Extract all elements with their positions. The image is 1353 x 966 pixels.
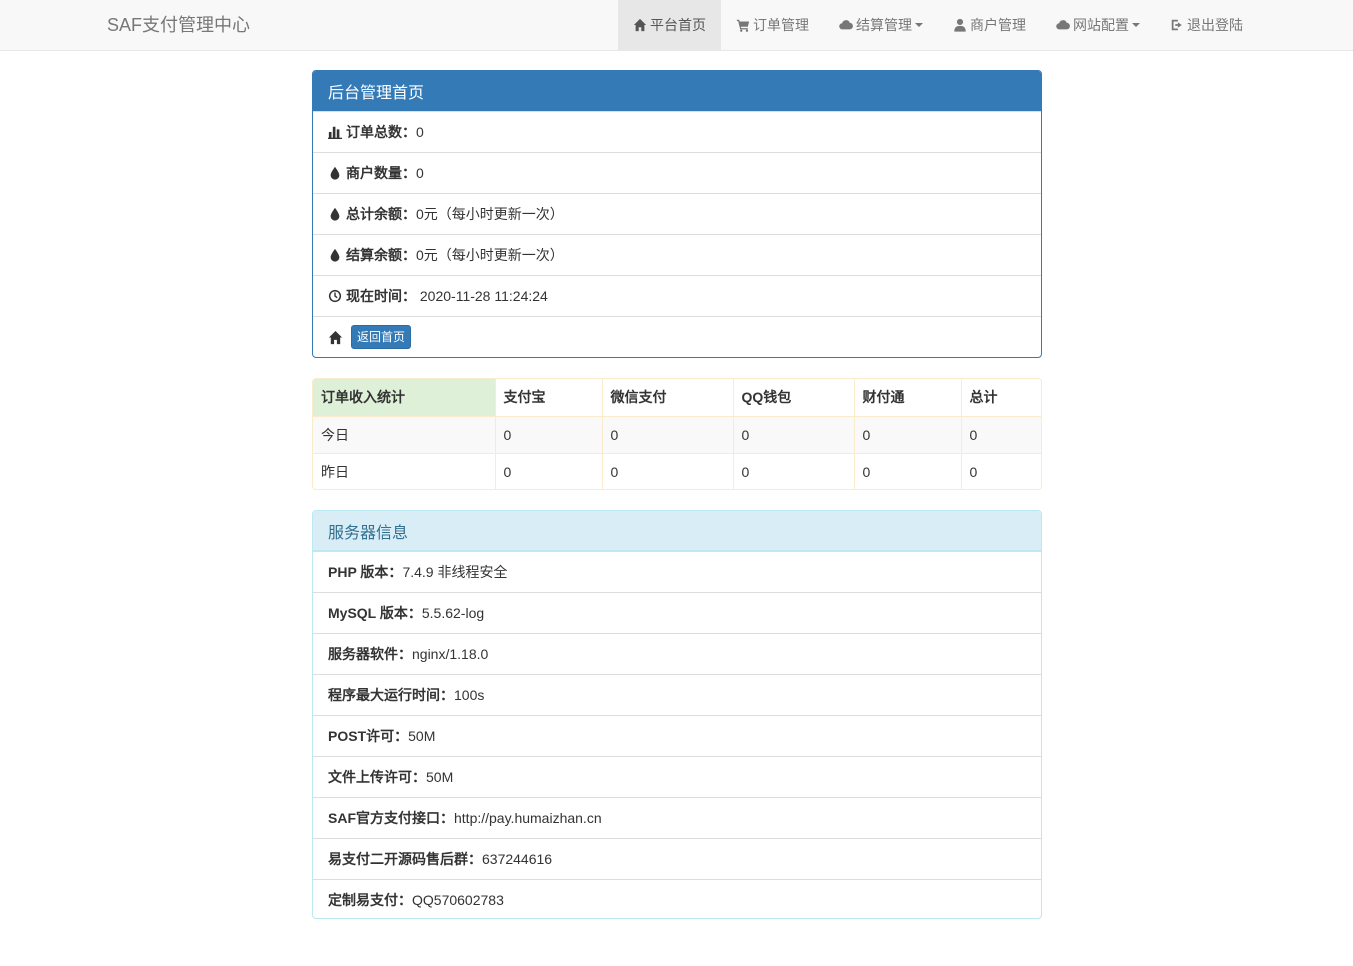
chevron-down-icon: [1132, 23, 1140, 27]
table-cell: 昨日: [313, 452, 495, 489]
top-navbar: SAF支付管理中心 平台首页 订单管理 结算管理 商户管理 网站配置 退出登陆: [0, 0, 1353, 51]
table-header: 微信支付: [601, 379, 733, 416]
list-item-merchant-count: 商户数量： 0: [313, 152, 1041, 193]
drop-icon: [330, 248, 340, 262]
list-item-mysql-version: MySQL 版本： 5.5.62-log: [313, 592, 1041, 633]
table-cell: 0: [494, 415, 602, 453]
list-item-upload-limit: 文件上传许可： 50M: [313, 756, 1041, 797]
drop-icon: [330, 207, 340, 221]
item-label: PHP 版本：: [328, 564, 403, 580]
nav-item-label: 平台首页: [650, 17, 706, 33]
table-cell: 0: [960, 452, 1041, 489]
drop-icon: [330, 166, 340, 180]
nav-item-label: 订单管理: [753, 17, 809, 33]
list-item-order-total: 订单总数： 0: [313, 111, 1041, 152]
item-value: 2020-11-28 11:24:24: [416, 288, 548, 304]
table-cell: 0: [732, 415, 854, 453]
table-cell: 0: [494, 452, 602, 489]
item-value: 50M: [408, 728, 436, 744]
user-icon: [954, 18, 966, 32]
main-nav: 平台首页 订单管理 结算管理 商户管理 网站配置 退出登陆: [618, 0, 1258, 50]
table-header-row: 订单收入统计 支付宝 微信支付 QQ钱包 财付通 总计: [313, 379, 1041, 416]
list-item-max-exec-time: 程序最大运行时间： 100s: [313, 674, 1041, 715]
home-icon: [328, 330, 343, 344]
list-item-current-time: 现在时间： 2020-11-28 11:24:24: [313, 275, 1041, 316]
panel-title: 后台管理首页: [313, 71, 1041, 111]
list-item-support-group: 易支付二开源码售后群： 637244616: [313, 838, 1041, 879]
table-row: 昨日 0 0 0 0 0: [313, 452, 1041, 489]
item-value: http://pay.humaizhan.cn: [454, 810, 602, 826]
nav-item-label: 结算管理: [856, 17, 912, 33]
list-item-pay-api: SAF官方支付接口： http://pay.humaizhan.cn: [313, 797, 1041, 838]
item-label: 定制易支付：: [328, 892, 412, 908]
panel-title: 服务器信息: [313, 511, 1041, 551]
list-item-server-software: 服务器软件： nginx/1.18.0: [313, 633, 1041, 674]
table-header: 订单收入统计: [313, 379, 495, 416]
nav-item-label: 退出登陆: [1187, 17, 1243, 33]
nav-item-logout[interactable]: 退出登陆: [1155, 0, 1258, 50]
item-label: SAF官方支付接口：: [328, 810, 454, 826]
item-label: 结算余额：: [346, 247, 416, 263]
brand-title[interactable]: SAF支付管理中心: [107, 13, 250, 37]
table-cell: 0: [732, 452, 854, 489]
item-label: POST许可：: [328, 728, 409, 744]
income-stats-table: 订单收入统计 支付宝 微信支付 QQ钱包 财付通 总计 今日 0 0 0 0 0…: [312, 378, 1042, 490]
item-label: 商户数量：: [346, 165, 416, 181]
item-label: 易支付二开源码售后群：: [328, 851, 482, 867]
table-header: 财付通: [853, 379, 961, 416]
item-value: 7.4.9 非线程安全: [402, 564, 508, 580]
table-header: 总计: [960, 379, 1041, 416]
nav-item-settlement[interactable]: 结算管理: [824, 0, 938, 50]
item-value: 0元（每小时更新一次）: [416, 206, 564, 222]
item-value: 5.5.62-log: [421, 605, 485, 621]
nav-item-merchants[interactable]: 商户管理: [938, 0, 1041, 50]
list-item-post-limit: POST许可： 50M: [313, 715, 1041, 756]
table-cell: 0: [601, 415, 733, 453]
item-label: 现在时间：: [346, 288, 416, 304]
item-label: 总计余额：: [346, 206, 416, 222]
item-value: 0: [416, 124, 424, 140]
return-home-button[interactable]: 返回首页: [351, 325, 412, 349]
item-label: 文件上传许可：: [328, 769, 426, 785]
table-cell: 0: [853, 415, 961, 453]
list-item-settlement-balance: 结算余额： 0元（每小时更新一次）: [313, 234, 1041, 275]
bar-chart-icon: [328, 126, 342, 139]
table-cell: 0: [601, 452, 733, 489]
item-value: 0: [416, 165, 424, 181]
home-icon: [633, 18, 647, 32]
table-cell: 今日: [313, 415, 495, 453]
nav-item-label: 网站配置: [1073, 17, 1129, 33]
item-label: MySQL 版本：: [328, 605, 422, 621]
admin-home-panel: 后台管理首页 订单总数： 0 商户数量： 0 总计余额： 0元（每小时更新一次）…: [312, 70, 1042, 358]
server-info-panel: 服务器信息 PHP 版本： 7.4.9 非线程安全 MySQL 版本： 5.5.…: [312, 510, 1042, 919]
nav-item-label: 商户管理: [970, 17, 1026, 33]
table-header: QQ钱包: [732, 379, 854, 416]
item-value: 0元（每小时更新一次）: [416, 247, 564, 263]
table-cell: 0: [853, 452, 961, 489]
item-label: 订单总数：: [346, 124, 416, 140]
list-item-total-balance: 总计余额： 0元（每小时更新一次）: [313, 193, 1041, 234]
item-value: 100s: [454, 687, 485, 703]
cloud-icon: [839, 20, 853, 30]
logout-icon: [1171, 19, 1182, 31]
item-value: 50M: [426, 769, 454, 785]
table-row: 今日 0 0 0 0 0: [313, 415, 1041, 453]
item-label: 程序最大运行时间：: [328, 687, 454, 703]
item-value: nginx/1.18.0: [412, 646, 489, 662]
item-label: 服务器软件：: [328, 646, 412, 662]
nav-item-site-config[interactable]: 网站配置: [1041, 0, 1155, 50]
list-item-custom-contact: 定制易支付： QQ570602783: [313, 879, 1041, 918]
chevron-down-icon: [915, 23, 923, 27]
cloud-icon: [1056, 20, 1070, 30]
table-header: 支付宝: [494, 379, 602, 416]
table-cell: 0: [960, 415, 1041, 453]
item-value: QQ570602783: [412, 892, 504, 908]
nav-item-home[interactable]: 平台首页: [618, 0, 721, 50]
list-item-home: 返回首页: [313, 316, 1041, 357]
clock-icon: [328, 289, 342, 303]
nav-item-orders[interactable]: 订单管理: [721, 0, 824, 50]
cart-icon: [736, 19, 750, 32]
list-item-php-version: PHP 版本： 7.4.9 非线程安全: [313, 551, 1041, 592]
item-value: 637244616: [482, 851, 553, 867]
